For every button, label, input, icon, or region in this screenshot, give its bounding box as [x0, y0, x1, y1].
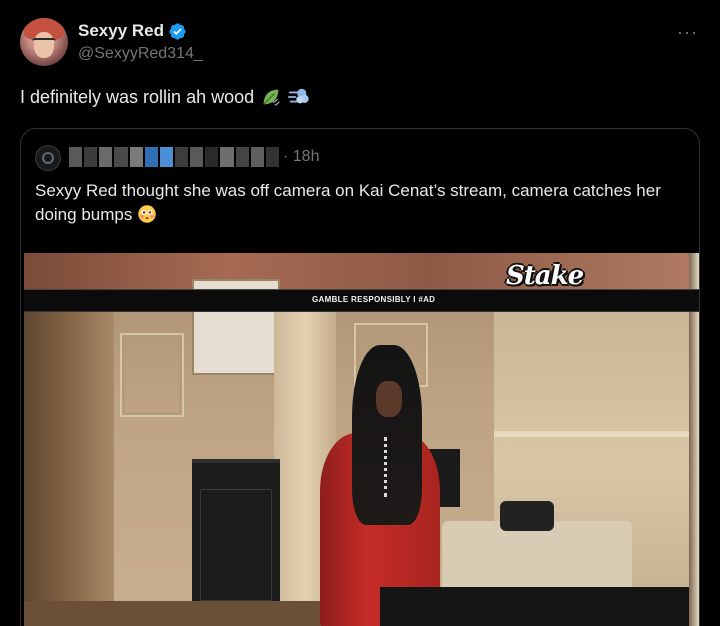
quoted-author-name-blurred[interactable] [69, 147, 279, 167]
author-handle[interactable]: @SexyyRed314_ [78, 45, 203, 63]
quoted-tweet-text-content: Sexyy Red thought she was off camera on … [35, 181, 661, 224]
video-bag [500, 501, 554, 531]
quoted-tweet-text: Sexyy Red thought she was off camera on … [35, 179, 695, 227]
quoted-tweet[interactable]: · 18h Sexyy Red thought she was off came… [20, 128, 700, 626]
author-avatar[interactable] [20, 18, 68, 66]
video-ad-banner-text: GAMBLE RESPONSIBLY I #AD [312, 295, 436, 304]
video-left-wall [24, 310, 114, 626]
flushed-face-emoji [138, 205, 156, 223]
verified-badge-icon[interactable] [168, 22, 187, 41]
video-person-hair [352, 345, 422, 525]
quoted-tweet-time[interactable]: · 18h [283, 148, 319, 166]
video-person-chain [384, 437, 403, 497]
video-person-face [376, 381, 402, 417]
avatar-glasses [32, 38, 56, 46]
more-options-icon[interactable]: ··· [677, 22, 698, 43]
video-ad-banner: GAMBLE RESPONSIBLY I #AD [24, 289, 699, 312]
video-frame: GAMBLE RESPONSIBLY I #AD Stake [24, 253, 699, 626]
video-wall-panel [120, 333, 184, 417]
tweet-text-content: I definitely was rollin ah wood [20, 86, 255, 107]
video-cabinet [192, 459, 280, 613]
video-top-wall [24, 253, 699, 289]
leaf-fluttering-in-wind-emoji [263, 89, 280, 106]
tweet-text: I definitely was rollin ah wood [20, 86, 310, 108]
quoted-author-avatar[interactable] [35, 145, 61, 171]
dashing-away-emoji [288, 88, 309, 104]
author-display-name[interactable]: Sexyy Red [78, 21, 164, 41]
tweet: Sexyy Red @SexyyRed314_ ··· I definitely… [0, 0, 720, 626]
quoted-media-video[interactable]: GAMBLE RESPONSIBLY I #AD Stake [21, 247, 699, 626]
video-railing [380, 587, 699, 626]
video-wall-trim [494, 431, 699, 437]
stake-logo: Stake [506, 261, 584, 291]
author-name-row: Sexyy Red [78, 21, 187, 41]
